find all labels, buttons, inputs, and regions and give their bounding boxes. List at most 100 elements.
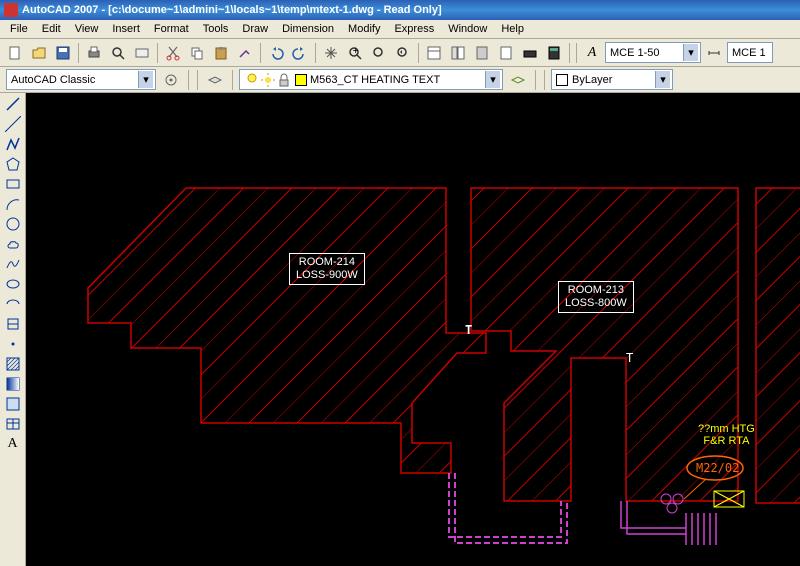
calc-button[interactable]	[543, 42, 565, 64]
paste-button[interactable]	[210, 42, 232, 64]
rect-tool[interactable]	[2, 175, 24, 193]
zoom-realtime-button[interactable]: +	[344, 42, 366, 64]
dropdown-arrow-icon: ▾	[138, 71, 153, 88]
window-title: AutoCAD 2007 - [c:\docume~1\admini~1\loc…	[22, 4, 442, 16]
color-dropdown[interactable]: ByLayer ▾	[551, 69, 673, 90]
separator	[260, 43, 261, 63]
pan-button[interactable]	[320, 42, 342, 64]
ellipse-arc-tool[interactable]	[2, 295, 24, 313]
main-area: A	[0, 93, 800, 566]
properties-button[interactable]	[423, 42, 445, 64]
room-label-214: ROOM-214 LOSS-900W	[289, 253, 365, 285]
menu-draw[interactable]: Draw	[236, 21, 274, 37]
cut-button[interactable]	[162, 42, 184, 64]
table-tool[interactable]	[2, 415, 24, 433]
scale2-dropdown[interactable]: MCE 1	[727, 42, 773, 63]
separator	[569, 43, 570, 63]
spline-tool[interactable]	[2, 255, 24, 273]
separator	[232, 70, 233, 90]
pline-tool[interactable]	[2, 135, 24, 153]
menu-format[interactable]: Format	[148, 21, 195, 37]
print-button[interactable]	[83, 42, 105, 64]
new-button[interactable]	[4, 42, 26, 64]
text-tool[interactable]: A	[2, 435, 24, 453]
preview-button[interactable]	[107, 42, 129, 64]
menu-modify[interactable]: Modify	[342, 21, 386, 37]
zoom-prev-button[interactable]	[392, 42, 414, 64]
open-button[interactable]	[28, 42, 50, 64]
room-name: ROOM-214	[296, 256, 358, 269]
publish-button[interactable]	[131, 42, 153, 64]
revcloud-tool[interactable]	[2, 235, 24, 253]
room-name: ROOM-213	[565, 284, 627, 297]
t-marker-2: T	[626, 351, 633, 365]
gradient-tool[interactable]	[2, 375, 24, 393]
design-center-button[interactable]	[447, 42, 469, 64]
room-label-213: ROOM-213 LOSS-800W	[558, 281, 634, 313]
menu-insert[interactable]: Insert	[106, 21, 146, 37]
text-style-button[interactable]: A	[581, 42, 603, 64]
polygon-tool[interactable]	[2, 155, 24, 173]
lightbulb-icon	[244, 72, 260, 88]
menu-edit[interactable]: Edit	[36, 21, 67, 37]
menu-view[interactable]: View	[69, 21, 105, 37]
line-tool[interactable]	[2, 95, 24, 113]
undo-button[interactable]	[265, 42, 287, 64]
hatch-tool[interactable]	[2, 355, 24, 373]
separator	[315, 43, 316, 63]
dropdown-arrow-icon: ▾	[683, 44, 698, 61]
sheet-set-button[interactable]	[495, 42, 517, 64]
layer-color-swatch	[295, 74, 307, 86]
circle-tool[interactable]	[2, 215, 24, 233]
room-loss: LOSS-900W	[296, 269, 358, 282]
arc-tool[interactable]	[2, 195, 24, 213]
title-bar: AutoCAD 2007 - [c:\docume~1\admini~1\loc…	[0, 0, 800, 20]
workspace-value: AutoCAD Classic	[11, 74, 95, 86]
menu-express[interactable]: Express	[388, 21, 440, 37]
app-icon	[4, 3, 18, 17]
menu-dimension[interactable]: Dimension	[276, 21, 340, 37]
workspace-settings-button[interactable]	[160, 69, 182, 91]
dropdown-arrow-icon: ▾	[485, 71, 500, 88]
svg-text:+: +	[353, 45, 359, 57]
menu-window[interactable]: Window	[442, 21, 493, 37]
scale-value: MCE 1-50	[610, 47, 660, 59]
color-value: ByLayer	[572, 74, 612, 86]
separator	[535, 70, 536, 90]
yellow-line1: ??mm HTG	[698, 423, 755, 435]
separator	[544, 70, 545, 90]
workspace-toolbar: AutoCAD Classic ▾ M563_CT HEATING TEXT ▾…	[0, 67, 800, 93]
scale-dropdown[interactable]: MCE 1-50 ▾	[605, 42, 701, 63]
layer-dropdown[interactable]: M563_CT HEATING TEXT ▾	[239, 69, 503, 90]
separator	[188, 70, 189, 90]
room-loss: LOSS-800W	[565, 297, 627, 310]
workspace-dropdown[interactable]: AutoCAD Classic ▾	[6, 69, 156, 90]
separator	[418, 43, 419, 63]
xline-tool[interactable]	[2, 115, 24, 133]
layer-props-button[interactable]	[204, 69, 226, 91]
layer-iso-button[interactable]	[507, 69, 529, 91]
ellipse-tool[interactable]	[2, 275, 24, 293]
separator	[157, 43, 158, 63]
standard-toolbar: + A MCE 1-50 ▾ MCE 1	[0, 39, 800, 67]
menu-tools[interactable]: Tools	[197, 21, 235, 37]
menu-file[interactable]: File	[4, 21, 34, 37]
drawing-canvas[interactable]: ROOM-214 LOSS-900W ROOM-213 LOSS-800W T …	[26, 93, 800, 566]
dim-style-button[interactable]	[703, 42, 725, 64]
save-button[interactable]	[52, 42, 74, 64]
block-tool[interactable]	[2, 315, 24, 333]
draw-toolbar: A	[0, 93, 26, 566]
markup-button[interactable]	[519, 42, 541, 64]
zoom-window-button[interactable]	[368, 42, 390, 64]
point-tool[interactable]	[2, 335, 24, 353]
redo-button[interactable]	[289, 42, 311, 64]
scale2-value: MCE 1	[732, 47, 766, 59]
color-swatch	[556, 74, 568, 86]
separator	[576, 43, 577, 63]
match-button[interactable]	[234, 42, 256, 64]
separator	[78, 43, 79, 63]
tool-palette-button[interactable]	[471, 42, 493, 64]
copy-button[interactable]	[186, 42, 208, 64]
region-tool[interactable]	[2, 395, 24, 413]
menu-help[interactable]: Help	[495, 21, 530, 37]
